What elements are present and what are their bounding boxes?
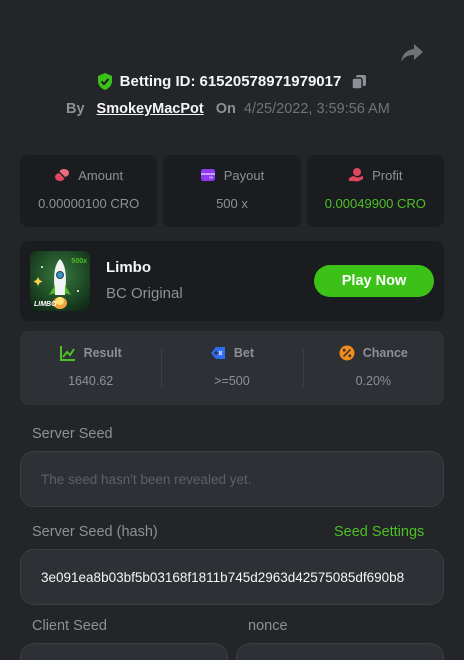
share-icon[interactable] bbox=[400, 42, 424, 64]
chance-value: 0.20% bbox=[355, 373, 392, 388]
by-label: By bbox=[66, 101, 85, 117]
betting-id-value: 61520578971979017 bbox=[199, 73, 342, 90]
payout-card: Payout 500 x bbox=[163, 155, 301, 227]
chance-col: Chance 0.20% bbox=[302, 331, 444, 405]
result-col: Result 1640.62 bbox=[20, 331, 161, 405]
nonce-field[interactable] bbox=[236, 643, 444, 660]
client-seed-field[interactable] bbox=[20, 643, 228, 660]
bet-stats: Amount 0.00000100 CRO Payout 500 x Profi… bbox=[20, 155, 444, 227]
ticket-icon bbox=[210, 346, 225, 359]
coins-icon bbox=[55, 168, 70, 182]
amount-value: 0.00000100 CRO bbox=[38, 196, 140, 211]
payout-value: 500 x bbox=[216, 196, 248, 211]
server-seed-label: Server Seed bbox=[32, 426, 113, 442]
bet-author-row: By SmokeyMacPot On 4/25/2022, 3:59:56 AM bbox=[66, 99, 390, 119]
verified-shield-icon bbox=[97, 73, 112, 90]
server-hash-value: 3e091ea8b03bf5b03168f1811b745d2963d42575… bbox=[41, 569, 405, 585]
seed-settings-link[interactable]: Seed Settings bbox=[334, 524, 424, 540]
chance-label: Chance bbox=[362, 345, 408, 360]
hand-coin-icon bbox=[349, 168, 364, 182]
game-card: 500x LIMBO Limbo BC Original Play Now bbox=[20, 241, 444, 321]
username-link[interactable]: SmokeyMacPot bbox=[97, 101, 204, 117]
game-thumbnail[interactable]: 500x LIMBO bbox=[30, 251, 90, 311]
payout-label: Payout bbox=[223, 167, 265, 183]
nonce-label: nonce bbox=[248, 618, 288, 634]
bet-col: Bet >=500 bbox=[161, 331, 302, 405]
bet-value: >=500 bbox=[214, 373, 250, 388]
profit-value: 0.00049900 CRO bbox=[324, 196, 426, 211]
amount-card: Amount 0.00000100 CRO bbox=[20, 155, 158, 227]
result-value: 1640.62 bbox=[68, 373, 114, 388]
game-name: Limbo bbox=[106, 259, 151, 276]
result-label: Result bbox=[83, 345, 122, 360]
server-seed-field[interactable]: The seed hasn't been revealed yet. bbox=[20, 451, 444, 507]
client-seed-label: Client Seed bbox=[32, 618, 107, 634]
chart-up-icon bbox=[59, 345, 75, 361]
thumb-title: LIMBO bbox=[34, 301, 57, 308]
thumb-badge: 500x bbox=[71, 258, 87, 265]
percent-icon bbox=[339, 345, 355, 360]
amount-label: Amount bbox=[78, 167, 124, 183]
betting-id-label: Betting ID: bbox=[119, 73, 196, 90]
bet-datetime: 4/25/2022, 3:59:56 AM bbox=[243, 101, 390, 117]
bet-label: Bet bbox=[233, 345, 255, 360]
profit-card: Profit 0.00049900 CRO bbox=[306, 155, 444, 227]
profit-label: Profit bbox=[372, 167, 403, 183]
server-hash-field[interactable]: 3e091ea8b03bf5b03168f1811b745d2963d42575… bbox=[20, 549, 444, 605]
game-subtitle: BC Original bbox=[106, 285, 183, 302]
server-seed-placeholder: The seed hasn't been revealed yet. bbox=[41, 471, 252, 487]
betting-id-row: Betting ID: 61520578971979017 bbox=[0, 73, 464, 90]
result-details: Result 1640.62 Bet >=500 Chance 0.20% bbox=[20, 331, 444, 405]
copy-icon[interactable] bbox=[351, 74, 367, 90]
wallet-icon bbox=[200, 169, 215, 181]
play-now-button[interactable]: Play Now bbox=[314, 265, 434, 297]
on-label: On bbox=[215, 101, 236, 117]
server-hash-label: Server Seed (hash) bbox=[32, 524, 158, 540]
